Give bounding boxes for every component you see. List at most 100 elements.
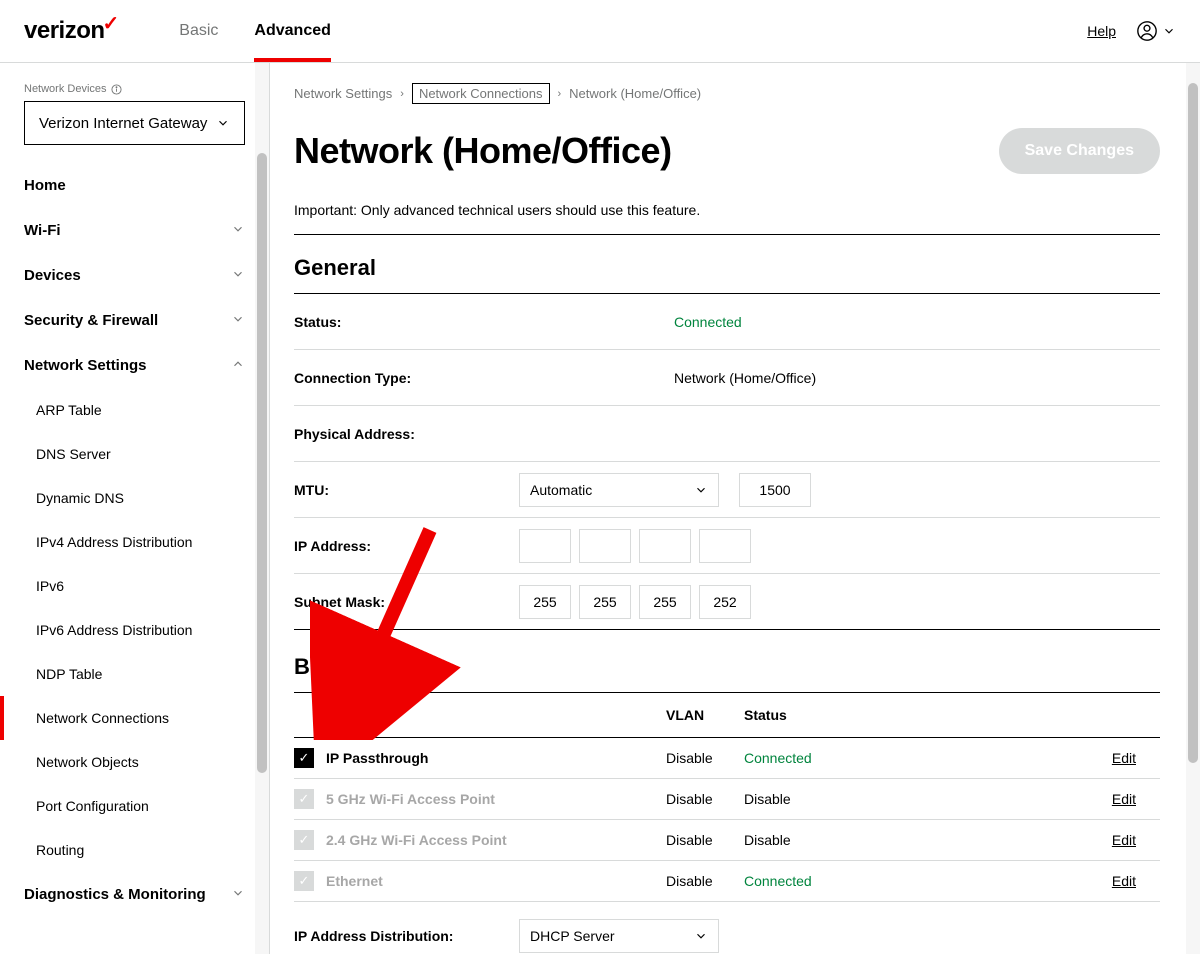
sidebar-item-wifi[interactable]: Wi-Fi [0,208,269,253]
section-general-title: General [294,255,1160,294]
ip-octet-1[interactable] [519,529,571,563]
mtu-select-label: Automatic [530,482,592,498]
phys-addr-label: Physical Address: [294,426,519,442]
field-subnet: Subnet Mask: [294,574,1160,630]
page-title: Network (Home/Office) [294,130,672,172]
ip-octet-4[interactable] [699,529,751,563]
sidebar-item-label: Network Settings [24,357,147,374]
field-mtu: MTU: Automatic [294,462,1160,518]
ipd-select[interactable]: DHCP Server [519,919,719,953]
sidebar-sub-dns[interactable]: DNS Server [0,432,269,476]
logo-check-icon: ✓ [103,11,120,36]
tab-advanced[interactable]: Advanced [236,0,348,62]
chevron-down-icon [216,116,230,130]
ip-label: IP Address: [294,538,519,554]
sidebar-sub-ddns[interactable]: Dynamic DNS [0,476,269,520]
mtu-select[interactable]: Automatic [519,473,719,507]
edit-link[interactable]: Edit [1112,873,1136,889]
ipd-label: IP Address Distribution: [294,928,519,944]
breadcrumb-network-settings[interactable]: Network Settings [294,86,392,101]
edit-link[interactable]: Edit [1112,750,1136,766]
sidebar-sub-routing[interactable]: Routing [0,828,269,872]
logo[interactable]: verizon ✓ [24,17,121,45]
field-status: Status: Connected [294,294,1160,350]
bridge-header: Name VLAN Status [294,693,1160,738]
bridge-row: ✓ 5 GHz Wi-Fi Access Point Disable Disab… [294,779,1160,820]
sidebar-item-devices[interactable]: Devices [0,253,269,298]
sidebar-sub-netconn[interactable]: Network Connections [0,696,269,740]
main: Network Settings › Network Connections ›… [270,63,1200,954]
sidebar-item-home[interactable]: Home [0,163,269,208]
sidebar: Network Devices Verizon Internet Gateway… [0,63,270,954]
field-ip: IP Address: [294,518,1160,574]
subnet-octet-1[interactable] [519,585,571,619]
bridge-status: Disable [744,832,954,848]
subnet-octet-2[interactable] [579,585,631,619]
main-scrollbar[interactable] [1186,63,1200,954]
edit-link[interactable]: Edit [1112,791,1136,807]
sidebar-sub-netobj[interactable]: Network Objects [0,740,269,784]
breadcrumb: Network Settings › Network Connections ›… [294,83,1160,104]
bridge-head-status: Status [744,707,954,723]
chevron-down-icon [694,483,708,497]
subnet-label: Subnet Mask: [294,594,519,610]
sidebar-item-network-settings[interactable]: Network Settings [0,343,269,388]
sidebar-scrollbar[interactable] [255,63,269,954]
scrollbar-thumb[interactable] [1188,83,1198,763]
subnet-inputs [519,585,751,619]
sidebar-sub-ndp[interactable]: NDP Table [0,652,269,696]
bridge-checkbox[interactable]: ✓ [294,830,314,850]
ip-octet-2[interactable] [579,529,631,563]
bridge-row: ✓ 2.4 GHz Wi-Fi Access Point Disable Dis… [294,820,1160,861]
mtu-input[interactable] [739,473,811,507]
header-left: verizon ✓ Basic Advanced [24,0,349,62]
sidebar-item-label: Diagnostics & Monitoring [24,886,206,903]
sidebar-sub-ipv6[interactable]: IPv6 [0,564,269,608]
scrollbar-thumb[interactable] [257,153,267,773]
bridge-checkbox[interactable]: ✓ [294,871,314,891]
user-menu[interactable] [1136,20,1176,42]
sidebar-item-diagnostics[interactable]: Diagnostics & Monitoring [0,872,269,917]
sidebar-sub-ipv4dist[interactable]: IPv4 Address Distribution [0,520,269,564]
bridge-status: Connected [744,750,954,766]
info-icon [111,84,122,95]
content: Network Devices Verizon Internet Gateway… [0,63,1200,954]
sidebar-item-label: Devices [24,267,81,284]
bridge-checkbox[interactable]: ✓ [294,789,314,809]
user-icon [1136,20,1158,42]
bridge-status: Disable [744,791,954,807]
chevron-right-icon: › [558,88,562,100]
top-tabs: Basic Advanced [161,0,349,62]
breadcrumb-network-connections[interactable]: Network Connections [412,83,550,104]
sidebar-item-security[interactable]: Security & Firewall [0,298,269,343]
subnet-octet-3[interactable] [639,585,691,619]
conn-type-label: Connection Type: [294,370,519,386]
bridge-checkbox[interactable]: ✓ [294,748,314,768]
field-ipd: IP Address Distribution: DHCP Server [294,908,1160,954]
edit-link[interactable]: Edit [1112,832,1136,848]
bridge-vlan: Disable [666,750,744,766]
help-link[interactable]: Help [1087,23,1116,39]
ip-octet-3[interactable] [639,529,691,563]
sidebar-sub-ipv6dist[interactable]: IPv6 Address Distribution [0,608,269,652]
tab-advanced-label: Advanced [254,22,330,40]
bridge-name: 2.4 GHz Wi-Fi Access Point [326,832,666,848]
field-conn-type: Connection Type: Network (Home/Office) [294,350,1160,406]
bridge-name: Ethernet [326,873,666,889]
chevron-right-icon: › [400,88,404,100]
bridge-row: ✓ Ethernet Disable Connected Edit [294,861,1160,902]
sidebar-item-label: Home [24,177,66,194]
devices-label: Network Devices [0,83,269,101]
bridge-name: IP Passthrough [326,750,666,766]
save-changes-button[interactable]: Save Changes [999,128,1160,174]
subnet-octet-4[interactable] [699,585,751,619]
chevron-down-icon [1162,24,1176,38]
chevron-down-icon [231,222,245,239]
sidebar-sub-arp[interactable]: ARP Table [0,388,269,432]
logo-text: verizon [24,17,105,45]
tab-basic-label: Basic [179,22,218,40]
device-select[interactable]: Verizon Internet Gateway [24,101,245,145]
tab-basic[interactable]: Basic [161,0,236,62]
sidebar-sub-portconf[interactable]: Port Configuration [0,784,269,828]
ip-inputs [519,529,751,563]
